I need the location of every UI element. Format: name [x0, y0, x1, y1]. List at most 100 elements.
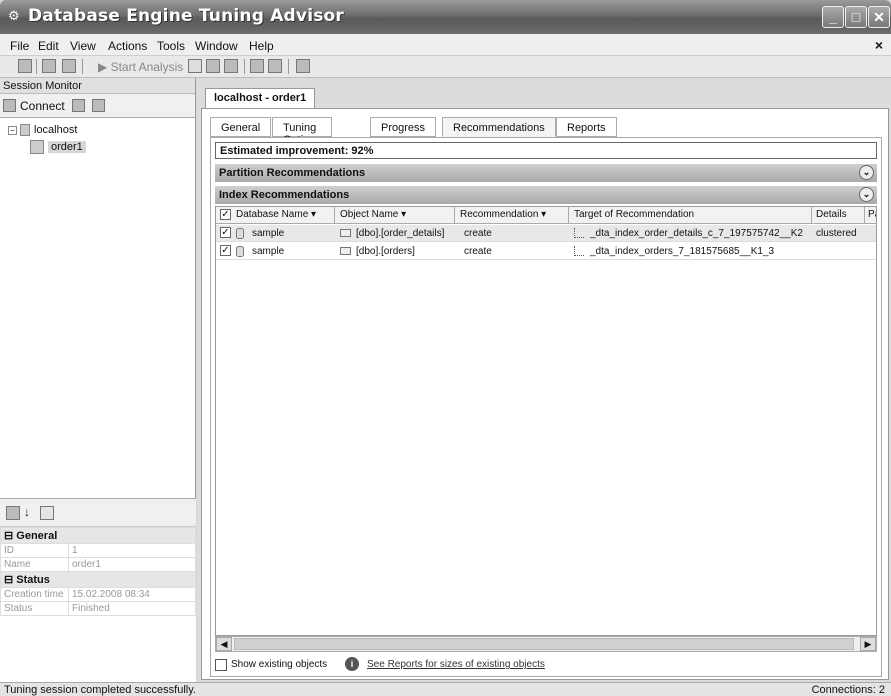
- menu-actions[interactable]: Actions: [108, 39, 147, 53]
- collapse-icon[interactable]: −: [8, 125, 17, 135]
- toolbar: ▶ Start Analysis: [0, 56, 891, 78]
- disconnect-icon[interactable]: [72, 99, 85, 112]
- scroll-right-icon[interactable]: ▶: [860, 637, 876, 651]
- categorized-icon[interactable]: [6, 506, 20, 520]
- header-object-name[interactable]: Object Name ▾: [340, 209, 406, 220]
- recommendation-icon[interactable]: [268, 59, 282, 73]
- prop-name: ID: [0, 543, 69, 558]
- new-session-icon[interactable]: [18, 59, 32, 73]
- scroll-left-icon[interactable]: ◀: [216, 637, 232, 651]
- select-all-checkbox[interactable]: ✓: [220, 209, 231, 220]
- table-row[interactable]: ✓ sample [dbo].[order_details] create _d…: [216, 225, 876, 242]
- menu-tools[interactable]: Tools: [157, 39, 185, 53]
- header-database-name-label: Database Name: [236, 209, 309, 220]
- prop-name: Creation time: [0, 587, 69, 602]
- horizontal-scrollbar[interactable]: ◀ ▶: [215, 636, 877, 652]
- tab-recommendations[interactable]: Recommendations: [442, 117, 556, 137]
- database-icon: [236, 228, 244, 239]
- save-icon[interactable]: [62, 59, 76, 73]
- show-existing-objects-label[interactable]: Show existing objects: [231, 659, 327, 670]
- recommendations-content: Estimated improvement: 92% Partition Rec…: [210, 137, 882, 677]
- prop-value: Finished: [68, 601, 196, 616]
- info-icon: i: [345, 657, 359, 671]
- row-checkbox[interactable]: ✓: [220, 245, 231, 256]
- column-separator[interactable]: [864, 207, 865, 224]
- header-details[interactable]: Details: [816, 209, 847, 220]
- close-button[interactable]: ✕: [868, 6, 890, 28]
- menu-view[interactable]: View: [70, 39, 96, 53]
- column-separator[interactable]: [568, 207, 569, 224]
- category-general[interactable]: ⊟ General: [0, 527, 196, 544]
- row-checkbox[interactable]: ✓: [220, 227, 231, 238]
- reports-link[interactable]: See Reports for sizes of existing object…: [367, 659, 545, 670]
- status-message: Tuning session completed successfully.: [4, 684, 196, 696]
- scrollbar-thumb[interactable]: [234, 638, 854, 650]
- table-row[interactable]: ✓ sample [dbo].[orders] create _dta_inde…: [216, 243, 876, 260]
- menu-help[interactable]: Help: [249, 39, 274, 53]
- tab-tuning-options[interactable]: Tuning Options: [272, 117, 332, 146]
- cell-database: sample: [252, 228, 285, 239]
- tree-node-order1[interactable]: order1: [30, 140, 86, 154]
- collapse-chevron-icon[interactable]: ⌄: [859, 187, 874, 202]
- tab-progress[interactable]: Progress: [370, 117, 437, 137]
- header-object-name-label: Object Name: [340, 209, 399, 220]
- header-recommendation[interactable]: Recommendation ▾: [460, 209, 546, 220]
- table-icon: [340, 247, 351, 256]
- toolbar-separator: [244, 59, 245, 74]
- prop-name: Status: [0, 601, 69, 616]
- menu-window[interactable]: Window: [195, 39, 238, 53]
- close-document-icon[interactable]: ×: [875, 37, 883, 53]
- cell-object: [dbo].[order_details]: [356, 228, 445, 239]
- header-recommendation-label: Recommendation: [460, 209, 539, 220]
- show-existing-objects-checkbox[interactable]: [215, 659, 227, 671]
- help-icon[interactable]: [296, 59, 310, 73]
- open-icon[interactable]: [42, 59, 56, 73]
- grid-header: ✓ Database Name ▾ Object Name ▾ Recommen…: [216, 207, 876, 224]
- cell-target[interactable]: _dta_index_orders_7_181575685__K1_3: [590, 246, 774, 257]
- cell-target[interactable]: _dta_index_order_details_c_7_197575742__…: [590, 228, 803, 239]
- prop-name: Name: [0, 557, 69, 572]
- property-pages-icon[interactable]: [40, 506, 54, 520]
- stop-icon[interactable]: [188, 59, 202, 73]
- tab-reports[interactable]: Reports: [556, 117, 617, 137]
- index-icon: [574, 228, 584, 239]
- menu-edit[interactable]: Edit: [38, 39, 59, 53]
- column-separator[interactable]: [454, 207, 455, 224]
- column-separator[interactable]: [811, 207, 812, 224]
- start-analysis-button[interactable]: ▶ Start Analysis: [98, 60, 183, 74]
- sort-alphabetical-icon[interactable]: ↓: [24, 505, 30, 519]
- maximize-button[interactable]: □: [845, 6, 867, 28]
- header-target[interactable]: Target of Recommendation: [574, 209, 694, 220]
- session-monitor-panel: Session Monitor Connect − localhost order…: [0, 78, 196, 682]
- document-tab-localhost-order1[interactable]: localhost - order1: [205, 88, 316, 108]
- properties-grid: ⊟ General ID 1 Name order1 ⊟ Status Creati…: [0, 527, 196, 616]
- menu-bar: File Edit View Actions Tools Window Help…: [0, 34, 891, 56]
- category-status[interactable]: ⊟ Status: [0, 571, 196, 588]
- tab-general[interactable]: General: [210, 117, 272, 137]
- new-session-icon[interactable]: [92, 99, 105, 112]
- prop-value: 1: [68, 543, 196, 558]
- session-tree: − localhost order1: [0, 118, 195, 498]
- tree-node-localhost[interactable]: − localhost: [8, 124, 77, 137]
- column-separator[interactable]: [334, 207, 335, 224]
- menu-file[interactable]: File: [10, 39, 29, 53]
- cell-database: sample: [252, 246, 285, 257]
- session-icon[interactable]: [224, 59, 238, 73]
- report-icon[interactable]: [250, 59, 264, 73]
- window-title: Database Engine Tuning Advisor: [28, 6, 345, 26]
- connect-button[interactable]: Connect: [20, 99, 65, 113]
- prop-value: order1: [68, 557, 196, 572]
- header-database-name[interactable]: Database Name ▾: [236, 209, 316, 220]
- minimize-button[interactable]: _: [822, 6, 844, 28]
- category-general-label: General: [16, 530, 58, 542]
- expand-chevron-icon[interactable]: ⌄: [859, 165, 874, 180]
- index-recommendations-bar[interactable]: Index Recommendations ⌄: [215, 186, 877, 204]
- start-analysis-label: Start Analysis: [110, 60, 184, 74]
- properties-panel: ↓ ⊟ General ID 1 Name order1 ⊟ Status Crea…: [0, 498, 196, 682]
- recommendations-footer: Show existing objects i See Reports for …: [215, 657, 877, 675]
- header-partition[interactable]: Pa: [868, 209, 876, 220]
- partition-recommendations-bar[interactable]: Partition Recommendations ⌄: [215, 164, 877, 182]
- refresh-icon[interactable]: [206, 59, 220, 73]
- index-icon: [574, 246, 584, 257]
- toolbar-separator: [82, 59, 83, 74]
